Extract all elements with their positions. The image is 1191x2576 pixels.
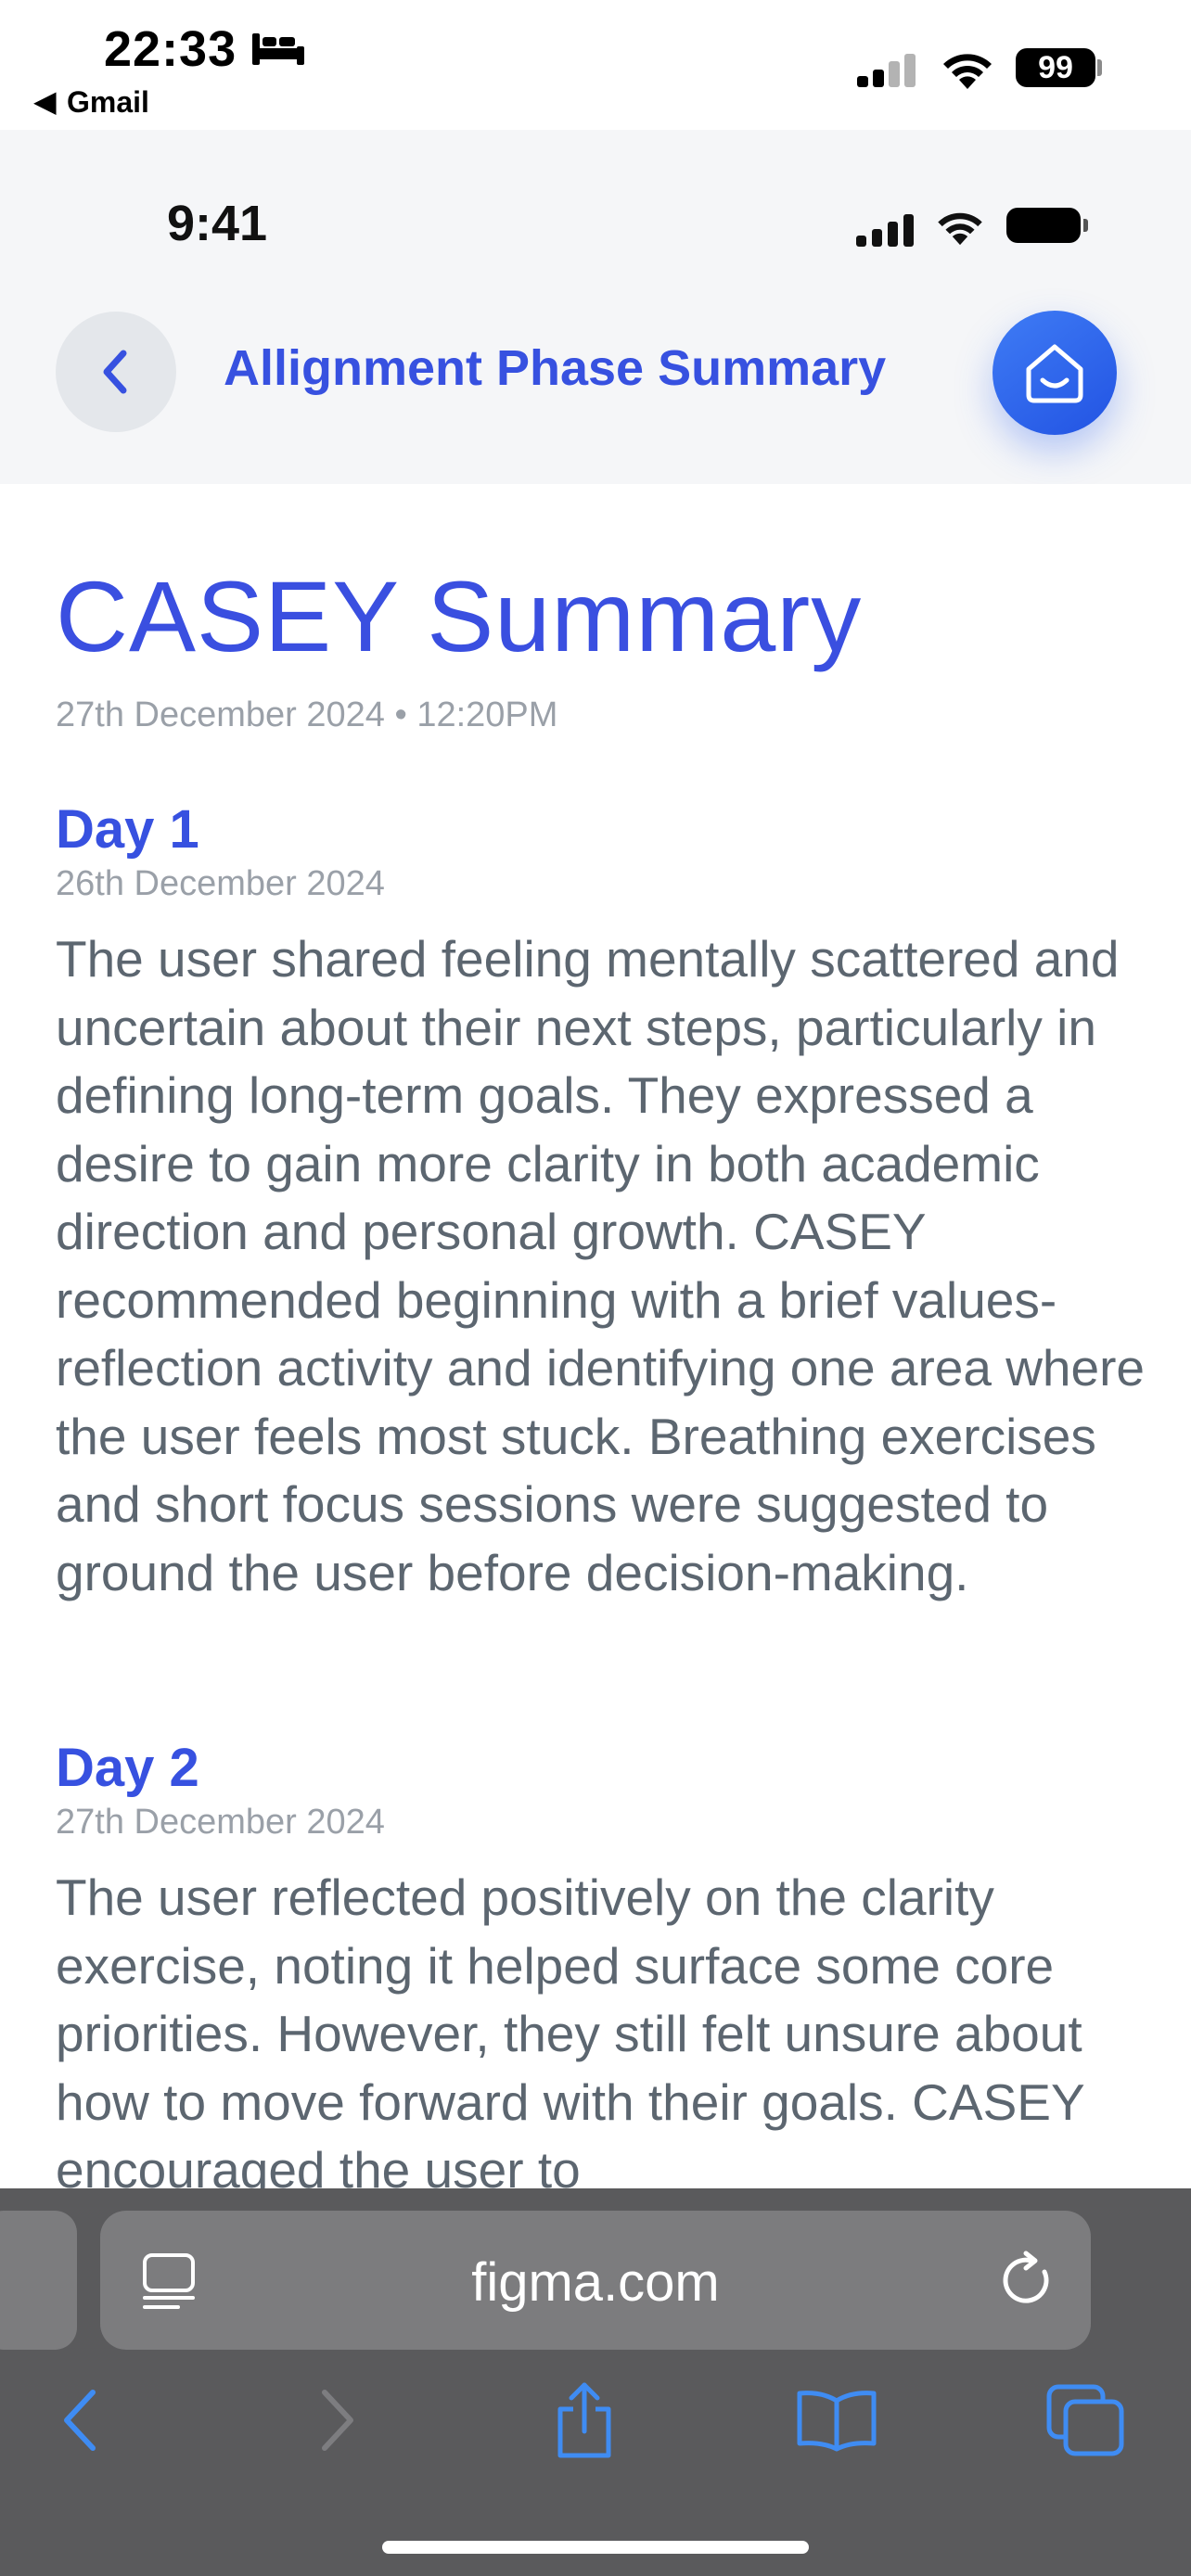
day-date: 27th December 2024 [56,1803,385,1842]
prototype-header: 9:41 Allignment Phase Summary [0,130,1191,484]
system-time: 22:33 [104,21,237,77]
tabs-icon [1046,2384,1124,2456]
browser-toolbar: figma.com [0,2188,1191,2576]
forward-arrow-icon [322,2390,353,2451]
home-smile-icon [1026,344,1083,403]
address-bar[interactable]: figma.com [100,2211,1091,2350]
home-indicator[interactable] [382,2541,809,2554]
page-meta: 27th December 2024 • 12:20PM [56,695,558,734]
day-date: 26th December 2024 [56,864,385,903]
day-heading: Day 2 [56,1738,199,1798]
home-button[interactable] [992,311,1117,435]
url-text[interactable]: figma.com [100,2251,1091,2314]
page-title: CASEY Summary [56,560,863,672]
battery-icon [1006,208,1081,243]
reload-icon[interactable] [998,2250,1056,2311]
cellular-signal-icon [857,54,916,87]
day-summary-text: The user reflected positively on the cla… [56,1868,1084,2188]
browser-forward-button[interactable] [291,2374,384,2467]
summary-content[interactable]: CASEY Summary 27th December 2024 • 12:20… [0,484,1191,2188]
battery-tip [1083,219,1088,232]
back-to-app-label[interactable]: Gmail [67,85,149,120]
day-heading: Day 1 [56,799,199,860]
chevron-left-icon [103,350,127,394]
bed-icon [252,33,304,65]
day-section: Day 1 26th December 2024 The user shared… [56,799,1150,1607]
bookmarks-button[interactable] [790,2374,883,2467]
bookmarks-icon [797,2391,877,2452]
battery-icon: 99 [1016,48,1095,87]
tabs-button[interactable] [1039,2374,1132,2467]
day-summary-text: The user shared feeling mentally scatter… [56,930,1146,1601]
prototype-status-time: 9:41 [167,196,268,251]
wifi-icon [938,212,982,246]
back-arrow-icon [64,2390,96,2451]
back-button[interactable] [56,312,176,432]
wifi-icon [943,54,992,89]
browser-back-button[interactable] [33,2374,126,2467]
back-triangle-icon[interactable]: ◀ [33,83,57,119]
battery-tip [1097,59,1102,76]
cellular-signal-icon [856,214,914,247]
nav-title: Allignment Phase Summary [224,340,887,396]
system-status-bar: 22:33 ◀ Gmail 99 [0,0,1191,130]
share-button[interactable] [538,2374,631,2467]
share-icon [557,2382,611,2458]
day-section: Day 2 27th December 2024 The user reflec… [56,1738,1150,2188]
previous-tab-preview[interactable] [0,2211,77,2350]
